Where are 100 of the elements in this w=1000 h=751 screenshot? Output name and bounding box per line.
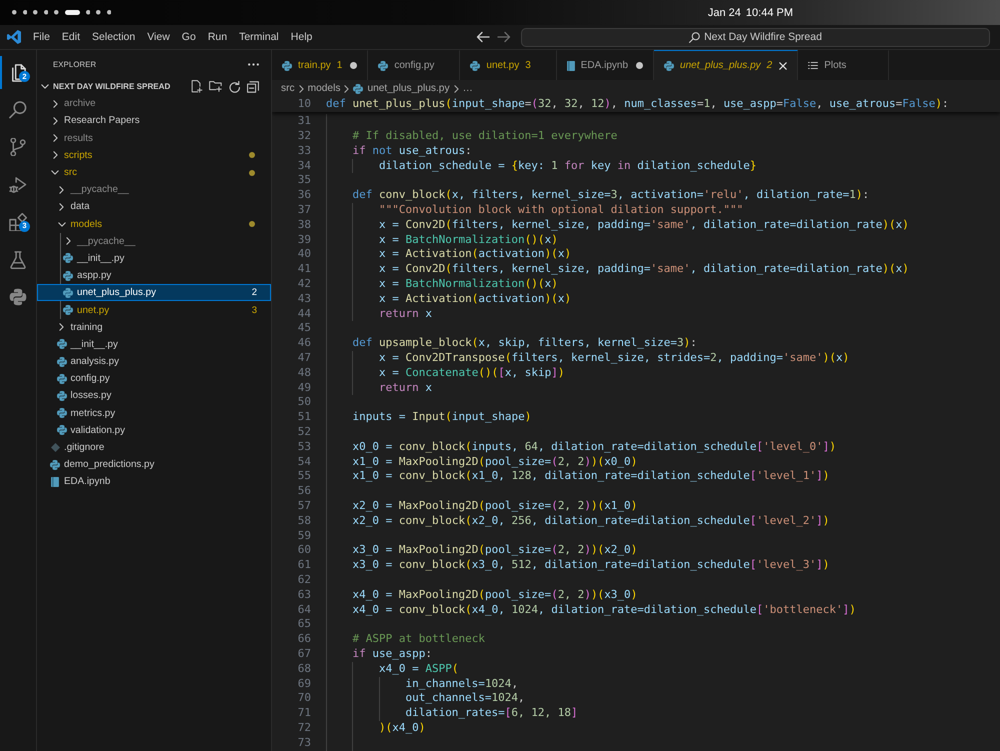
code-line: def upsample_block(x, skip, filters, kernel_size=3): xyxy=(352,336,697,352)
line-number: 58 xyxy=(298,514,311,529)
python-file-icon xyxy=(664,60,674,70)
workspace-indicator-icon[interactable] xyxy=(106,10,111,15)
line-number: 62 xyxy=(298,573,311,588)
tree-item[interactable]: __init__.py xyxy=(37,336,271,353)
menu-item[interactable]: Run xyxy=(202,29,234,45)
workspace-indicator-icon[interactable] xyxy=(22,10,27,15)
app-logo-icon[interactable] xyxy=(7,30,21,44)
menu-item[interactable]: File xyxy=(27,29,56,45)
chevron-down-icon[interactable] xyxy=(41,84,49,90)
menu-item[interactable]: Terminal xyxy=(233,29,285,45)
tree-item[interactable]: EDA.ipynb xyxy=(37,473,271,490)
chevron-right-icon[interactable] xyxy=(66,237,70,246)
command-center[interactable]: Next Day Wildfire Spread xyxy=(521,28,990,46)
chevron-down-icon[interactable] xyxy=(58,222,66,227)
tree-item[interactable]: results xyxy=(37,130,271,147)
menu-item[interactable]: Selection xyxy=(86,29,142,45)
python-file-icon xyxy=(56,425,66,436)
code-line: x = BatchNormalization()(x) xyxy=(378,232,558,248)
close-icon[interactable] xyxy=(779,62,788,70)
code-line: x3_0 = MaxPooling2D(pool_size=(2, 2))(x2_0) xyxy=(352,543,638,558)
breadcrumb-item[interactable]: src xyxy=(281,83,295,94)
tree-item[interactable]: archive xyxy=(37,95,271,112)
flask-icon[interactable] xyxy=(9,250,27,269)
code-line: return x xyxy=(378,306,432,322)
code-line: x = BatchNormalization()(x) xyxy=(378,277,558,292)
python-file-icon xyxy=(56,390,66,401)
arrow-left-icon[interactable] xyxy=(476,31,490,43)
dot-icon[interactable] xyxy=(636,62,643,69)
line-number: 65 xyxy=(298,617,311,632)
workspace-indicator-icon[interactable] xyxy=(64,10,80,15)
menu-item[interactable]: Go xyxy=(176,29,202,45)
chevron-right-icon[interactable] xyxy=(52,100,58,108)
chevron-down-icon[interactable] xyxy=(51,170,59,176)
files-icon[interactable] xyxy=(9,64,27,82)
chevron-right-icon[interactable] xyxy=(52,134,58,142)
line-number: 46 xyxy=(298,336,311,352)
branch-icon[interactable] xyxy=(9,138,27,156)
line-number: 54 xyxy=(298,454,311,470)
search-icon xyxy=(689,32,700,42)
editor-tab[interactable]: unet_plus_plus.py 2 xyxy=(654,50,798,80)
menu-item[interactable]: View xyxy=(141,29,176,45)
line-number: 39 xyxy=(298,232,311,248)
workspace-indicator-icon[interactable] xyxy=(54,10,58,15)
chevron-right-icon xyxy=(298,84,304,92)
tree-item[interactable]: training xyxy=(37,318,271,336)
code-line: x = Activation(activation)(x) xyxy=(378,292,572,307)
chevron-right-icon[interactable] xyxy=(52,116,58,125)
tree-item[interactable]: unet_plus_plus.py 2 xyxy=(37,284,271,302)
blocks-icon[interactable] xyxy=(9,213,27,232)
tree-item[interactable]: aspp.py xyxy=(37,267,271,284)
tree-item[interactable]: .gitignore xyxy=(37,438,271,456)
new-file-icon[interactable] xyxy=(190,80,202,94)
chevron-right-icon[interactable] xyxy=(52,151,58,160)
workspace-indicator-icon[interactable] xyxy=(12,10,16,15)
tree-item[interactable]: models xyxy=(37,216,271,233)
line-number: 32 xyxy=(298,129,311,144)
chevron-right-icon[interactable] xyxy=(59,202,64,211)
tree-item[interactable]: validation.py xyxy=(37,422,271,439)
tree-item[interactable]: analysis.py xyxy=(37,353,271,370)
tree-item[interactable]: Research Papers xyxy=(37,112,271,130)
search-icon[interactable] xyxy=(9,101,27,120)
chevron-right-icon[interactable] xyxy=(59,186,64,194)
refresh-icon[interactable] xyxy=(228,80,240,93)
workspace-indicator-icon[interactable] xyxy=(96,10,100,15)
line-number: 36 xyxy=(298,188,311,204)
workspace-indicator-icon[interactable] xyxy=(33,10,38,15)
tree-item[interactable]: unet.py 3 xyxy=(37,301,271,319)
workspace-indicator-icon[interactable] xyxy=(86,10,90,15)
play-bug-icon[interactable] xyxy=(9,176,27,194)
tree-item[interactable]: __pycache__ xyxy=(37,181,271,198)
python-icon[interactable] xyxy=(9,288,27,306)
tree-item[interactable]: data xyxy=(37,198,271,216)
section-title[interactable]: NEXT DAY WILDFIRE SPREAD xyxy=(53,82,170,92)
menu-item[interactable]: Help xyxy=(284,29,318,45)
code-line: def conv_block(x, filters, kernel_size=3, activation='relu', dilation_rate=1): xyxy=(352,188,870,204)
tree-item[interactable]: demo_predictions.py xyxy=(37,456,271,474)
line-number: 38 xyxy=(298,218,311,233)
code-line: def unet_plus_plus(input_shape=(32, 32, 12), num_classes=1, use_aspp=False, use_atrous=False): xyxy=(326,97,949,112)
tree-item[interactable]: losses.py xyxy=(37,387,271,405)
breadcrumb-item[interactable]: … xyxy=(462,83,473,94)
line-number: 41 xyxy=(298,262,311,278)
new-folder-icon[interactable] xyxy=(209,81,222,92)
python-file-icon xyxy=(470,60,480,70)
workspace-indicator-icon[interactable] xyxy=(44,10,48,15)
tree-item[interactable]: config.py xyxy=(37,370,271,388)
tree-item[interactable]: __init__.py xyxy=(37,250,271,268)
breadcrumb-item[interactable]: unet_plus_plus.py xyxy=(353,83,450,94)
menu-item[interactable]: Edit xyxy=(56,29,86,45)
more-icon[interactable] xyxy=(248,62,259,66)
tree-item[interactable]: metrics.py xyxy=(37,404,271,422)
tree-item[interactable]: scripts xyxy=(37,146,271,164)
problem-count: 2 xyxy=(766,60,772,71)
dot-icon[interactable] xyxy=(350,62,357,69)
tree-item[interactable]: __pycache__ xyxy=(37,232,271,250)
tree-item[interactable]: src xyxy=(37,164,271,182)
breadcrumb-item[interactable]: models xyxy=(308,83,340,94)
collapse-all-icon[interactable] xyxy=(247,80,259,93)
chevron-right-icon[interactable] xyxy=(59,323,64,332)
